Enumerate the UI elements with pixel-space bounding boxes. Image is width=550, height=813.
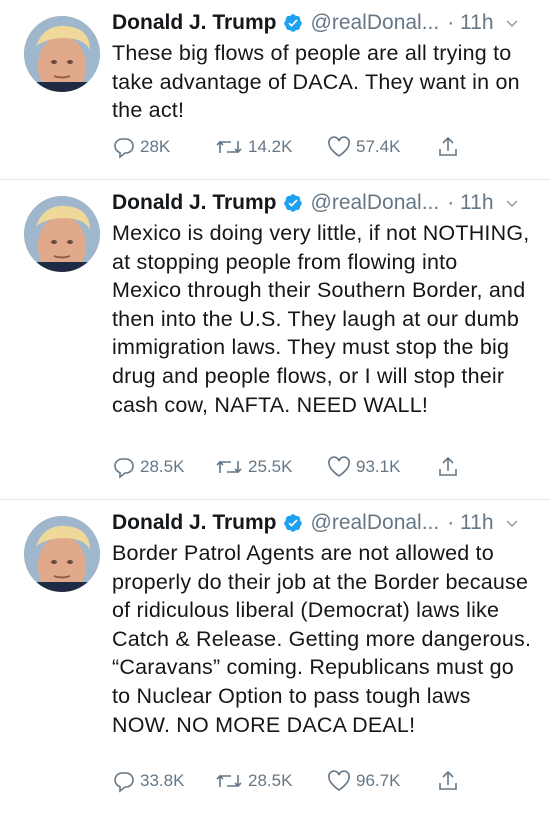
like-icon — [328, 136, 350, 157]
like-count: 93.1K — [356, 457, 401, 476]
share-icon — [439, 136, 457, 156]
chevron-down-icon[interactable] — [504, 515, 520, 531]
share-button[interactable] — [436, 769, 460, 793]
avatar[interactable] — [24, 16, 100, 92]
retweet-icon — [216, 774, 242, 788]
tweet-header: Donald J. Trump @realDonal... · 11h — [112, 8, 532, 38]
retweet-count: 28.5K — [248, 771, 293, 790]
chevron-down-icon[interactable] — [504, 15, 520, 31]
like-button[interactable]: 93.1K — [326, 455, 436, 479]
retweet-button[interactable]: 28.5K — [214, 769, 326, 793]
like-icon — [328, 456, 350, 477]
share-button[interactable] — [436, 455, 460, 479]
tweet-actions: 28K 14.2K 57.4K — [112, 133, 460, 161]
reply-icon — [114, 772, 134, 793]
author-handle[interactable]: @realDonal... — [311, 511, 440, 535]
reply-button[interactable]: 28K — [112, 135, 214, 159]
verified-badge-icon — [283, 513, 303, 533]
like-button[interactable]: 57.4K — [326, 135, 436, 159]
tweet-header: Donald J. Trump @realDonal... · 11h — [112, 508, 532, 538]
chevron-down-icon[interactable] — [504, 195, 520, 211]
retweet-button[interactable]: 25.5K — [214, 455, 326, 479]
retweet-count: 25.5K — [248, 457, 293, 476]
like-icon — [328, 770, 350, 791]
reply-button[interactable]: 33.8K — [112, 769, 214, 793]
retweet-icon — [216, 140, 242, 154]
reply-icon — [114, 458, 134, 479]
reply-icon — [114, 138, 134, 159]
share-button[interactable] — [436, 135, 460, 159]
like-count: 57.4K — [356, 137, 401, 156]
timestamp[interactable]: · 11h — [447, 511, 493, 535]
tweet-text: Border Patrol Agents are not allowed to … — [112, 541, 532, 737]
tweet[interactable]: Donald J. Trump @realDonal... · 11h Mexi… — [0, 180, 550, 500]
tweet-actions: 28.5K 25.5K 93.1K — [112, 453, 460, 481]
reply-count: 28K — [140, 137, 171, 156]
avatar[interactable] — [24, 196, 100, 272]
verified-badge-icon — [283, 193, 303, 213]
verified-badge-icon — [283, 13, 303, 33]
tweet-text: These big flows of people are all trying… — [112, 41, 520, 123]
retweet-count: 14.2K — [248, 137, 293, 156]
tweet-text: Mexico is doing very little, if not NOTH… — [112, 221, 530, 417]
like-count: 96.7K — [356, 771, 401, 790]
author-handle[interactable]: @realDonal... — [311, 191, 440, 215]
tweet[interactable]: Donald J. Trump @realDonal... · 11h Bord… — [0, 500, 550, 813]
retweet-button[interactable]: 14.2K — [214, 135, 326, 159]
like-button[interactable]: 96.7K — [326, 769, 436, 793]
reply-button[interactable]: 28.5K — [112, 455, 214, 479]
retweet-icon — [216, 460, 242, 474]
share-icon — [439, 456, 457, 476]
tweet-actions: 33.8K 28.5K 96.7K — [112, 767, 460, 795]
author-name[interactable]: Donald J. Trump — [112, 511, 277, 535]
tweet[interactable]: Donald J. Trump @realDonal... · 11h Thes… — [0, 0, 550, 180]
avatar[interactable] — [24, 516, 100, 592]
timestamp[interactable]: · 11h — [447, 11, 493, 35]
timestamp[interactable]: · 11h — [447, 191, 493, 215]
author-name[interactable]: Donald J. Trump — [112, 11, 277, 35]
tweet-feed: Donald J. Trump @realDonal... · 11h Thes… — [0, 0, 550, 813]
reply-count: 28.5K — [140, 457, 185, 476]
tweet-header: Donald J. Trump @realDonal... · 11h — [112, 188, 532, 218]
author-name[interactable]: Donald J. Trump — [112, 191, 277, 215]
reply-count: 33.8K — [140, 771, 185, 790]
share-icon — [439, 770, 457, 790]
author-handle[interactable]: @realDonal... — [311, 11, 440, 35]
